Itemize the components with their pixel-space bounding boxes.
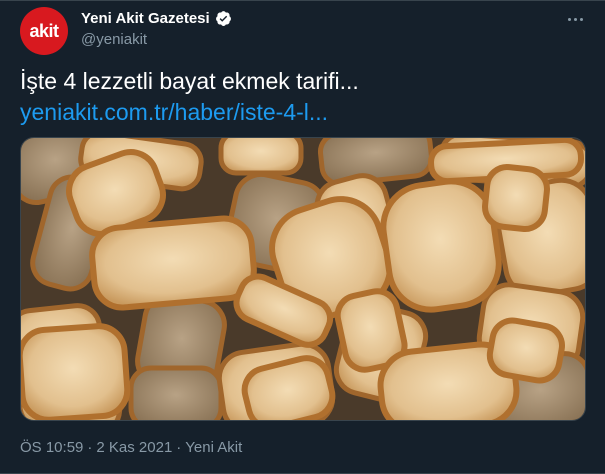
- tweet[interactable]: akit Yeni Akit Gazetesi @yeniakit İşte 4…: [0, 0, 605, 474]
- tweet-link[interactable]: yeniakit.com.tr/haber/iste-4-l...: [20, 98, 328, 127]
- bread-photo-icon: [21, 138, 585, 420]
- tweet-time[interactable]: ÖS 10:59: [20, 439, 83, 456]
- tweet-meta: ÖS 10:59 · 2 Kas 2021 · Yeni Akit: [20, 439, 242, 456]
- display-name[interactable]: Yeni Akit Gazetesi: [81, 10, 210, 27]
- verified-badge-icon: [215, 11, 231, 26]
- meta-separator: ·: [87, 439, 93, 456]
- author-name-row[interactable]: Yeni Akit Gazetesi: [81, 10, 232, 27]
- more-options-icon[interactable]: [563, 9, 587, 29]
- tweet-media-image[interactable]: [20, 137, 586, 421]
- tweet-text: İşte 4 lezzetli bayat ekmek tarifi...: [20, 68, 359, 94]
- tweet-date[interactable]: 2 Kas 2021: [96, 439, 172, 456]
- avatar-logo-text: akit: [29, 20, 59, 41]
- avatar[interactable]: akit: [20, 7, 68, 55]
- meta-separator: ·: [176, 439, 182, 456]
- tweet-source[interactable]: Yeni Akit: [185, 439, 242, 456]
- author-handle[interactable]: @yeniakit: [81, 31, 147, 48]
